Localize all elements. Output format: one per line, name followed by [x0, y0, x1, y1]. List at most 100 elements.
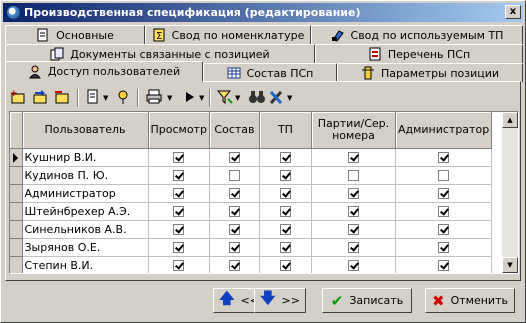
- view-checkbox[interactable]: [173, 242, 185, 253]
- title-bar[interactable]: Производственная спецификация (редактиро…: [3, 3, 523, 22]
- tp-cell: [259, 184, 312, 203]
- batches-cell: [311, 166, 396, 185]
- user-cell[interactable]: Зырянов О.Е.: [22, 238, 149, 257]
- user-cell[interactable]: Кудинов П. Ю.: [22, 166, 149, 185]
- scroll-down-icon[interactable]: ▼: [502, 257, 518, 273]
- table-row[interactable]: Кудинов П. Ю.: [10, 166, 493, 185]
- user-cell[interactable]: Кушнир В.И.: [22, 148, 149, 167]
- user-cell[interactable]: Штейнбрехер А.Э.: [22, 202, 149, 221]
- tools-icon: [331, 28, 345, 42]
- user-cell[interactable]: Степин В.И.: [22, 256, 149, 273]
- tp-checkbox[interactable]: [279, 224, 291, 235]
- composition-checkbox[interactable]: [228, 170, 240, 181]
- batches-checkbox[interactable]: [347, 188, 359, 199]
- next-button[interactable]: 🡇 >>: [254, 288, 306, 313]
- row-indicator[interactable]: [10, 220, 23, 239]
- spec-window: Производственная спецификация (редактиро…: [0, 0, 526, 323]
- save-button[interactable]: ✔ Записать: [322, 288, 412, 313]
- admin-cell: [395, 148, 493, 167]
- table-row[interactable]: Штейнбрехер А.Э.: [10, 202, 493, 221]
- view-checkbox[interactable]: [173, 152, 185, 163]
- linked-docs-icon: [50, 47, 64, 61]
- document-dropdown-icon[interactable]: [83, 87, 103, 107]
- view-cell: [148, 202, 210, 221]
- tab-psp-composition[interactable]: Состав ПСп: [203, 63, 337, 82]
- view-checkbox[interactable]: [173, 224, 185, 235]
- tp-cell: [259, 256, 312, 273]
- column-header-admin[interactable]: Администратор: [395, 112, 493, 149]
- copy-row-icon[interactable]: [31, 87, 51, 107]
- admin-checkbox[interactable]: [438, 260, 450, 271]
- batches-checkbox[interactable]: [347, 206, 359, 217]
- scroll-up-icon[interactable]: ▲: [502, 112, 518, 128]
- save-button-label: Записать: [349, 294, 404, 307]
- batches-checkbox[interactable]: [347, 224, 359, 235]
- tab-nomenclature-summary[interactable]: Σ Свод по номенклатуре: [145, 25, 311, 44]
- row-indicator[interactable]: [10, 256, 23, 273]
- row-indicator[interactable]: [10, 166, 23, 185]
- row-indicator[interactable]: [10, 148, 23, 167]
- tab-tp-summary[interactable]: Свод по используемым ТП: [311, 25, 523, 44]
- batches-cell: [311, 256, 396, 273]
- tab-position-params[interactable]: Параметры позиции: [337, 63, 523, 82]
- tp-checkbox[interactable]: [279, 188, 291, 199]
- tp-checkbox[interactable]: [279, 152, 291, 163]
- composition-checkbox[interactable]: [228, 224, 240, 235]
- add-row-icon[interactable]: +: [9, 87, 29, 107]
- table-row[interactable]: Администратор: [10, 184, 493, 203]
- column-header-tp[interactable]: ТП: [259, 112, 312, 149]
- tab-main[interactable]: Основные: [5, 25, 145, 44]
- admin-checkbox[interactable]: [438, 242, 450, 253]
- user-cell[interactable]: Администратор: [22, 184, 149, 203]
- table-row[interactable]: Зырянов О.Е.: [10, 238, 493, 257]
- column-header-batches[interactable]: Партии/Сер. номера: [311, 112, 396, 149]
- batches-checkbox[interactable]: [347, 152, 359, 163]
- admin-checkbox[interactable]: [438, 170, 450, 181]
- composition-checkbox[interactable]: [228, 242, 240, 253]
- admin-checkbox[interactable]: [438, 224, 450, 235]
- table-row[interactable]: Степин В.И.: [10, 256, 493, 273]
- list-icon: [368, 47, 382, 61]
- table-row[interactable]: Синельников А.В.: [10, 220, 493, 239]
- row-indicator[interactable]: [10, 202, 23, 221]
- delete-row-icon[interactable]: [53, 87, 73, 107]
- tab-user-access[interactable]: Доступ пользователей: [5, 61, 203, 82]
- view-checkbox[interactable]: [173, 206, 185, 217]
- vertical-scrollbar[interactable]: ▲ ▼: [502, 112, 518, 273]
- column-header-user[interactable]: Пользователь: [22, 112, 149, 149]
- tab-psp-list[interactable]: Перечень ПСп: [315, 44, 523, 63]
- composition-checkbox[interactable]: [228, 152, 240, 163]
- play-dropdown-icon[interactable]: [179, 87, 199, 107]
- tp-checkbox[interactable]: [279, 242, 291, 253]
- row-indicator[interactable]: [10, 184, 23, 203]
- admin-checkbox[interactable]: [438, 206, 450, 217]
- binoculars-icon[interactable]: [247, 87, 267, 107]
- tp-checkbox[interactable]: [279, 170, 291, 181]
- batches-checkbox[interactable]: [347, 260, 359, 271]
- view-checkbox[interactable]: [173, 170, 185, 181]
- filter-dropdown-icon[interactable]: [215, 87, 235, 107]
- tp-checkbox[interactable]: [279, 206, 291, 217]
- user-cell[interactable]: Синельников А.В.: [22, 220, 149, 239]
- tools-dropdown-icon[interactable]: [267, 87, 287, 107]
- column-header-composition[interactable]: Состав: [209, 112, 260, 149]
- column-header-view[interactable]: Просмотр: [148, 112, 210, 149]
- batches-checkbox[interactable]: [347, 242, 359, 253]
- tp-checkbox[interactable]: [279, 260, 291, 271]
- view-cell: [148, 238, 210, 257]
- composition-checkbox[interactable]: [228, 206, 240, 217]
- admin-checkbox[interactable]: [438, 152, 450, 163]
- view-checkbox[interactable]: [173, 188, 185, 199]
- composition-checkbox[interactable]: [228, 260, 240, 271]
- composition-checkbox[interactable]: [228, 188, 240, 199]
- user-access-grid[interactable]: Пользователь Просмотр Состав ТП Партии/С…: [9, 111, 519, 274]
- table-row[interactable]: Кушнир В.И.: [10, 148, 493, 167]
- pin-icon[interactable]: [113, 87, 133, 107]
- admin-checkbox[interactable]: [438, 188, 450, 199]
- cancel-button[interactable]: ✖ Отменить: [425, 288, 515, 313]
- batches-checkbox[interactable]: [347, 170, 359, 181]
- print-dropdown-icon[interactable]: [145, 87, 165, 107]
- view-checkbox[interactable]: [173, 260, 185, 271]
- close-button[interactable]: x: [505, 5, 521, 19]
- row-indicator[interactable]: [10, 238, 23, 257]
